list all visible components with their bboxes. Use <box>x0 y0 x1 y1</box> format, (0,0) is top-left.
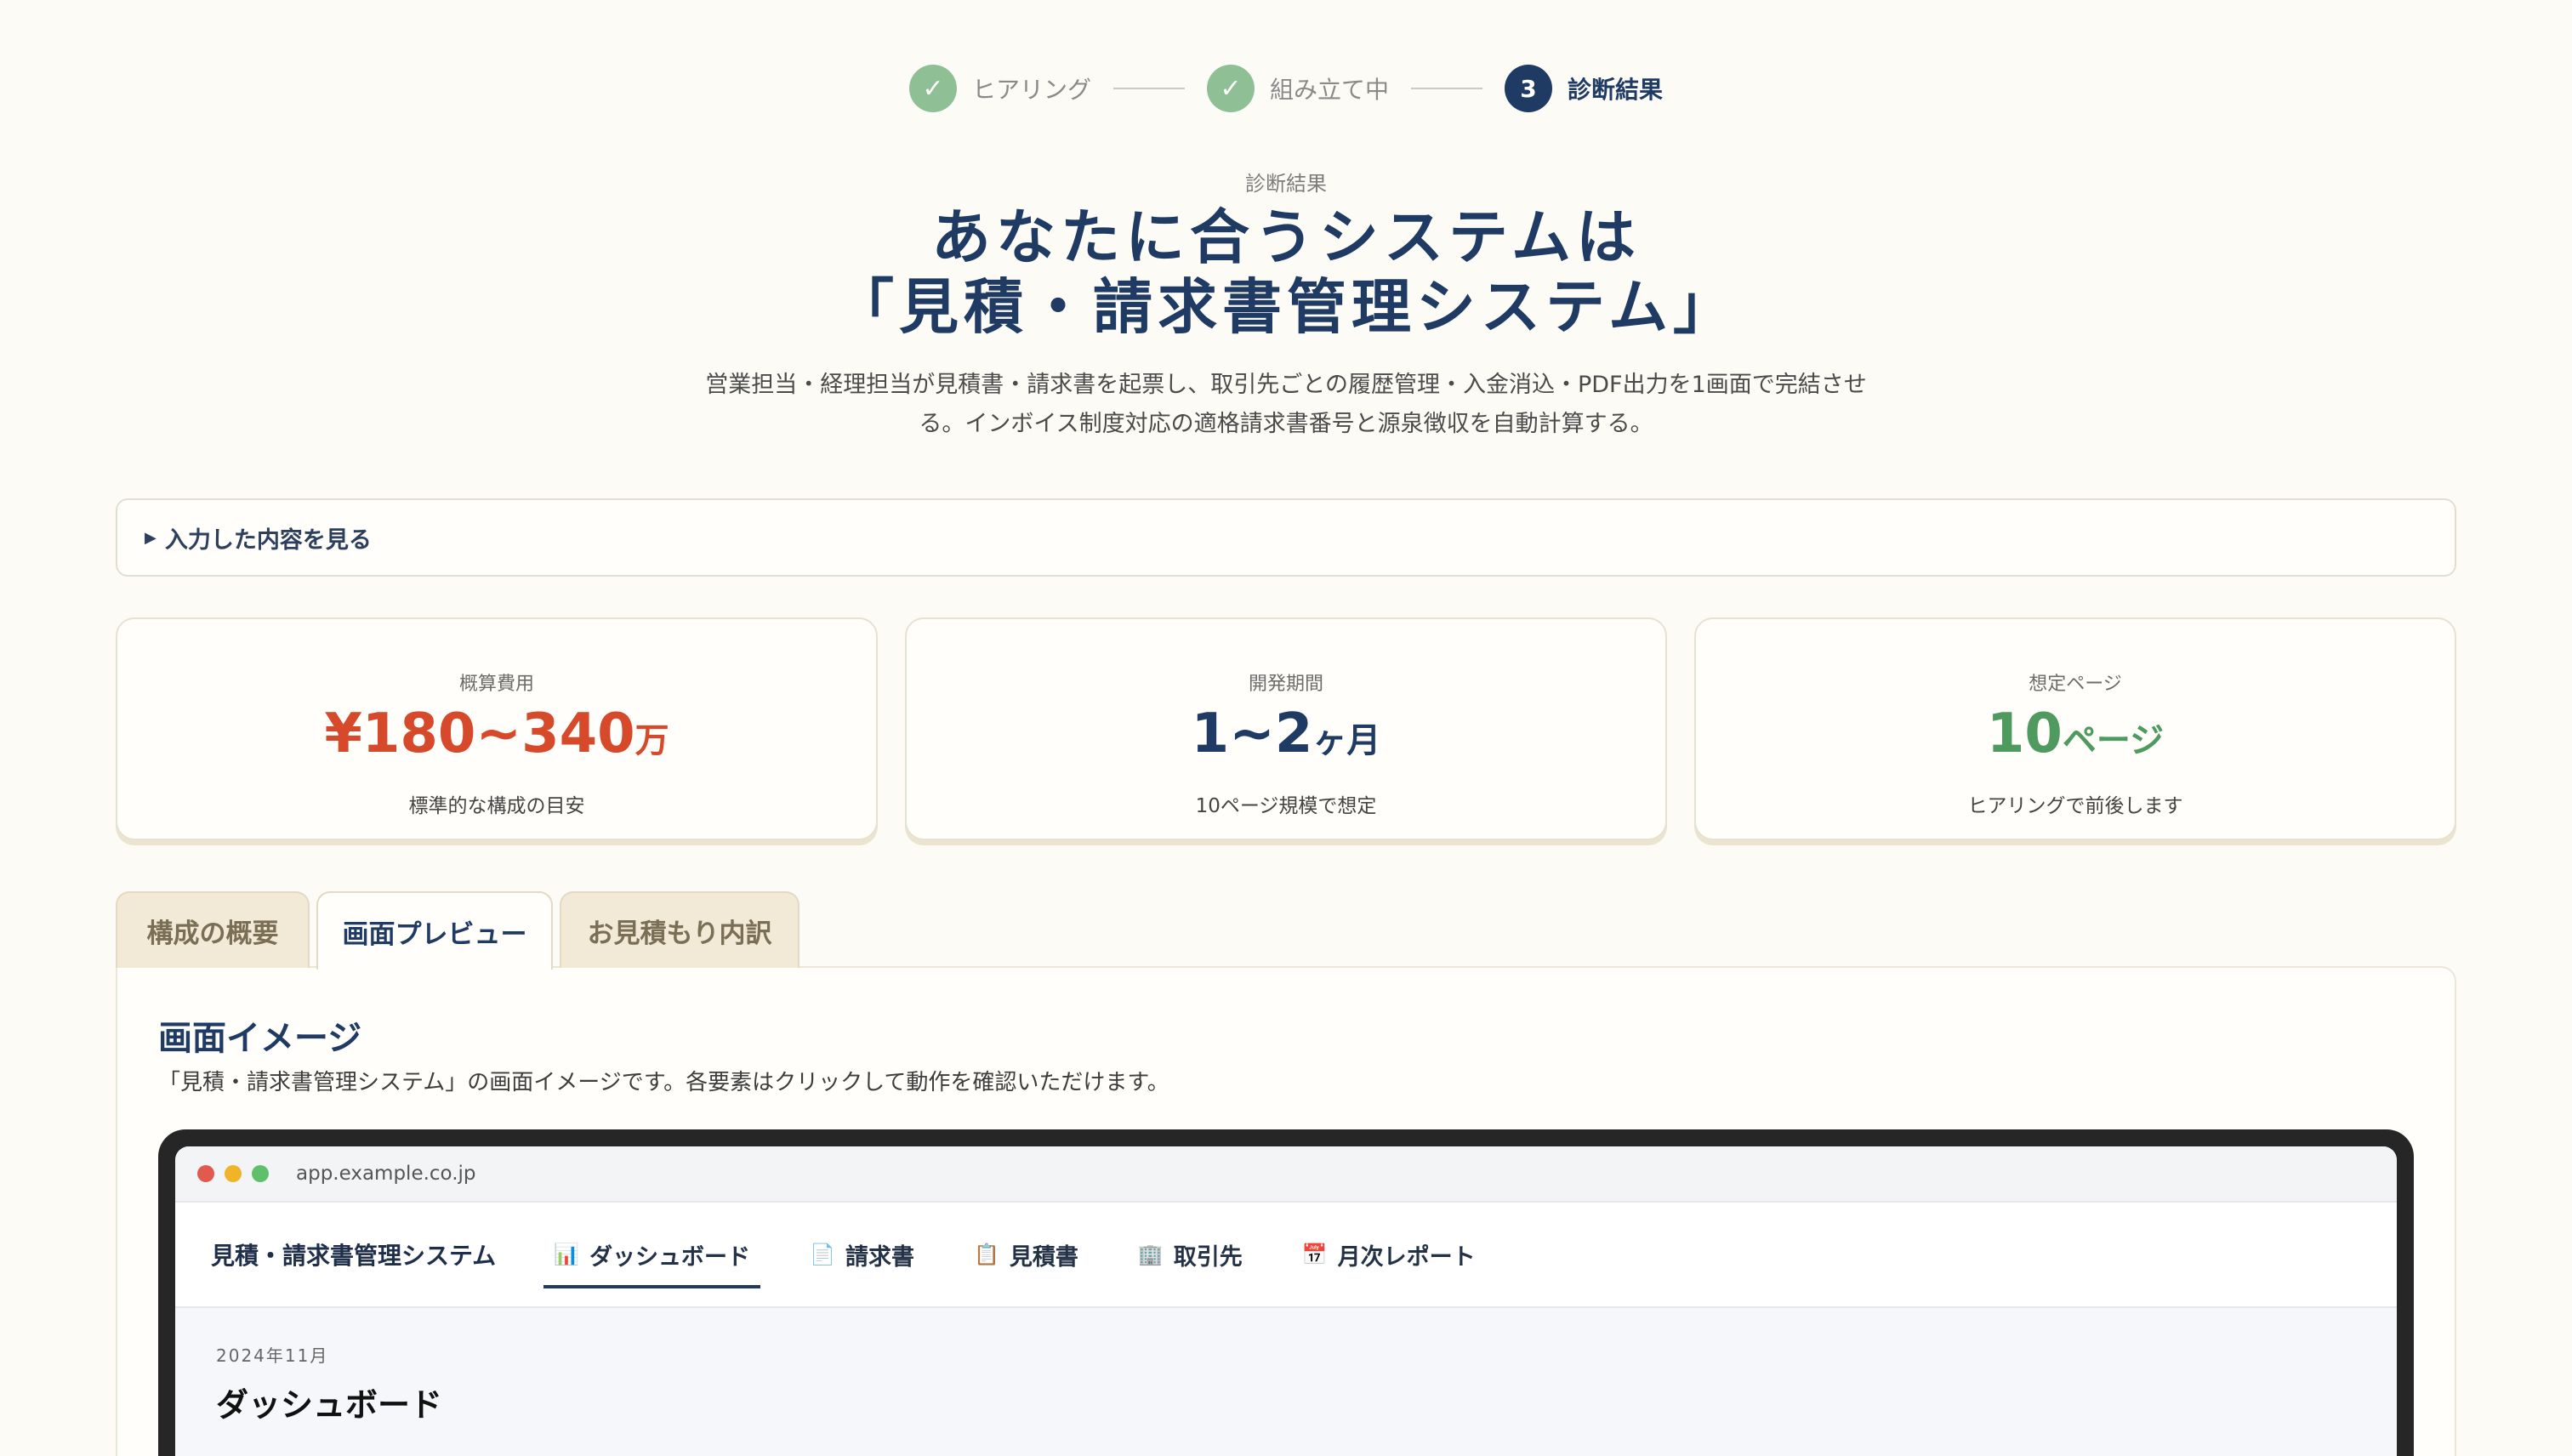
check-icon: ✓ <box>1206 65 1255 112</box>
address-bar: app.example.co.jp <box>175 1146 2397 1203</box>
title-line-1: あなたに合うシステムは <box>931 202 1641 272</box>
app-name: 見積・請求書管理システム <box>211 1242 497 1270</box>
stat-sub: 標準的な構成の目安 <box>408 795 585 817</box>
hero-description: 営業担当・経理担当が見積書・請求書を起票し、取引先ごとの履歴管理・入金消込・PD… <box>705 372 1867 437</box>
stat-card-cost: 概算費用 ¥180~340万 標準的な構成の目安 <box>116 617 878 840</box>
step-number: 3 <box>1505 65 1552 112</box>
clipboard-icon: 📋 <box>973 1243 999 1266</box>
step-label: 組み立て中 <box>1269 76 1389 104</box>
stat-sub: 10ページ規模で想定 <box>1195 795 1377 817</box>
nav-monthly-report[interactable]: 📅 月次レポート <box>1292 1202 1486 1307</box>
close-dot-icon <box>197 1165 214 1182</box>
stat-card-period: 開発期間 1~2ヶ月 10ページ規模で想定 <box>905 617 1667 840</box>
maximize-dot-icon <box>252 1165 269 1182</box>
step-connector <box>1112 88 1185 89</box>
check-icon: ✓ <box>908 65 957 112</box>
panel-title: 画面イメージ <box>158 1018 362 1058</box>
stat-label: 概算費用 <box>458 674 534 695</box>
step-label: 診断結果 <box>1568 76 1664 104</box>
nav-quotes[interactable]: 📋 見積書 <box>964 1202 1089 1307</box>
progress-stepper: ✓ ヒアリング ✓ 組み立て中 3 診断結果 <box>0 65 2572 112</box>
page-title: あなたに合うシステムは 「見積・請求書管理システム」 <box>0 202 2572 342</box>
stat-label: 開発期間 <box>1248 674 1323 695</box>
building-icon: 🏢 <box>1137 1243 1164 1266</box>
tab-estimate-breakdown[interactable]: お見積もり内訳 <box>560 891 799 968</box>
stat-value: 10ページ <box>1986 702 2165 765</box>
step-result: 3 診断結果 <box>1505 65 1663 112</box>
app-date: 2024年11月 <box>216 1345 329 1366</box>
browser-window: app.example.co.jp 見積・請求書管理システム 📊 ダッシュボード… <box>175 1146 2397 1456</box>
stat-value: ¥180~340万 <box>324 702 669 765</box>
app-heading: ダッシュボード <box>216 1386 443 1424</box>
input-details-toggle[interactable]: ▶ 入力した内容を見る <box>116 498 2456 577</box>
title-line-2: 「見積・請求書管理システム」 <box>834 271 1738 342</box>
tab-screen-preview[interactable]: 画面プレビュー <box>316 891 553 970</box>
panel-description: 「見積・請求書管理システム」の画面イメージです。各要素はクリックして動作を確認い… <box>158 1070 1169 1095</box>
url-text: app.example.co.jp <box>296 1163 476 1185</box>
nav-clients[interactable]: 🏢 取引先 <box>1128 1202 1253 1307</box>
step-connector <box>1411 88 1482 89</box>
document-icon: 📄 <box>810 1243 835 1266</box>
toggle-label: 入力した内容を見る <box>164 526 372 554</box>
stat-sub: ヒアリングで前後します <box>1967 795 2183 817</box>
step-hearing: ✓ ヒアリング <box>908 65 1091 112</box>
nav-invoices[interactable]: 📄 請求書 <box>799 1202 925 1307</box>
device-frame: app.example.co.jp 見積・請求書管理システム 📊 ダッシュボード… <box>158 1129 2414 1456</box>
stat-value: 1~2ヶ月 <box>1191 702 1381 765</box>
bar-chart-icon: 📊 <box>554 1243 580 1266</box>
tab-overview[interactable]: 構成の概要 <box>116 891 310 968</box>
stat-label: 想定ページ <box>2029 674 2122 695</box>
stat-card-pages: 想定ページ 10ページ ヒアリングで前後します <box>1694 617 2456 840</box>
app-body: 2024年11月 ダッシュボード <box>175 1308 2397 1425</box>
triangle-right-icon: ▶ <box>145 528 156 547</box>
nav-dashboard[interactable]: 📊 ダッシュボード <box>543 1202 760 1307</box>
minimize-dot-icon <box>225 1165 242 1182</box>
eyebrow-label: 診断結果 <box>1245 172 1327 196</box>
calendar-icon: 📅 <box>1301 1243 1328 1266</box>
step-label: ヒアリング <box>971 76 1091 104</box>
step-building: ✓ 組み立て中 <box>1206 65 1389 112</box>
app-nav: 見積・請求書管理システム 📊 ダッシュボード 📄 請求書 📋 見積書 🏢 取引先… <box>175 1203 2397 1308</box>
